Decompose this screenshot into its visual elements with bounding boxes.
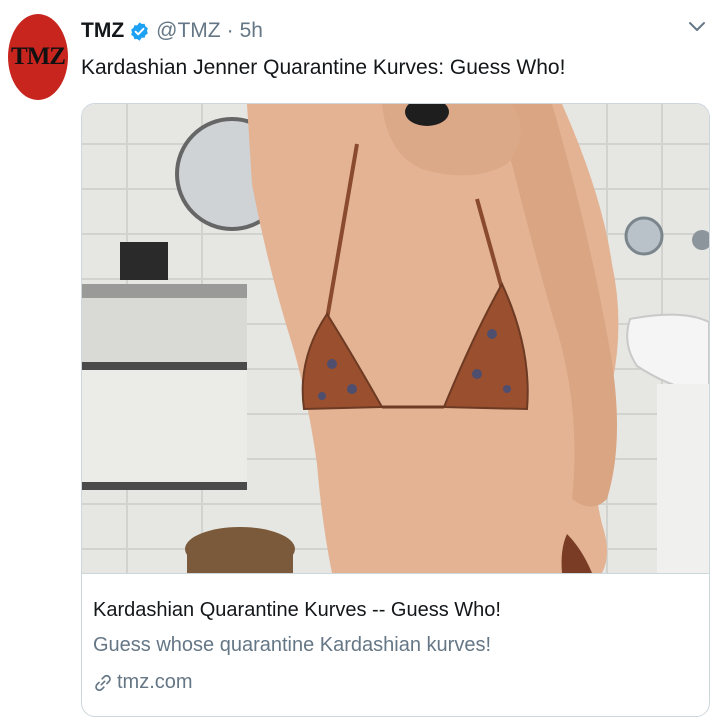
avatar-logo-text: TMZ — [11, 43, 66, 70]
card-body[interactable]: Kardashian Quarantine Kurves -- Guess Wh… — [82, 573, 709, 716]
author-handle[interactable]: @TMZ — [156, 19, 220, 43]
separator-dot: · — [226, 19, 234, 42]
card-domain[interactable]: tmz.com — [93, 671, 193, 694]
tweet-text: Kardashian Jenner Quarantine Kurves: Gue… — [81, 56, 566, 79]
link-preview-card[interactable]: Kardashian Quarantine Kurves -- Guess Wh… — [81, 103, 710, 717]
chevron-down-icon[interactable] — [688, 20, 706, 34]
card-description: Guess whose quarantine Kardashian kurves… — [93, 634, 492, 656]
link-icon — [95, 674, 111, 691]
tweet-header: TMZ @TMZ · 5h — [81, 16, 263, 46]
tweet-timestamp[interactable]: 5h — [240, 19, 263, 43]
avatar[interactable]: TMZ — [8, 14, 68, 100]
card-title[interactable]: Kardashian Quarantine Kurves -- Guess Wh… — [93, 599, 501, 622]
verified-badge-icon — [131, 21, 148, 41]
tmz-logo: TMZ — [8, 14, 68, 100]
card-domain-text: tmz.com — [117, 671, 193, 693]
author-name[interactable]: TMZ — [81, 19, 124, 43]
card-image[interactable] — [82, 104, 709, 573]
